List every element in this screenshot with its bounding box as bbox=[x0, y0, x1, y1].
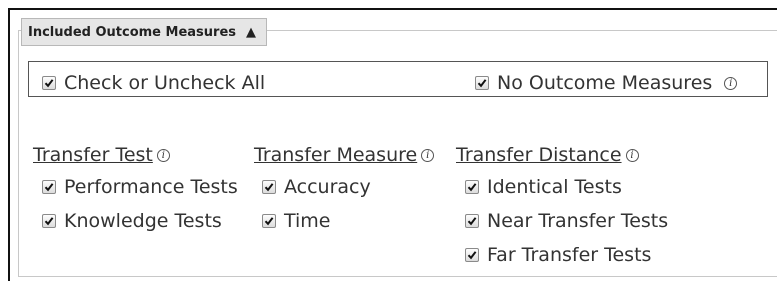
panel-title: Included Outcome Measures bbox=[28, 24, 236, 40]
info-icon[interactable]: i bbox=[724, 76, 738, 90]
check-all-label: Check or Uncheck All bbox=[64, 72, 266, 94]
time-checkbox[interactable] bbox=[262, 214, 276, 228]
knowledge-tests-label: Knowledge Tests bbox=[64, 210, 222, 232]
far-transfer-tests-label: Far Transfer Tests bbox=[487, 244, 652, 266]
near-transfer-tests-option[interactable]: Near Transfer Tests bbox=[465, 210, 668, 232]
triangle-up-icon: ▲ bbox=[246, 24, 256, 40]
no-outcome-label: No Outcome Measures bbox=[497, 72, 713, 94]
near-transfer-tests-checkbox[interactable] bbox=[465, 214, 479, 228]
far-transfer-tests-option[interactable]: Far Transfer Tests bbox=[465, 244, 651, 266]
transfer-test-heading: Transfer Test i bbox=[33, 144, 170, 166]
identical-tests-label: Identical Tests bbox=[487, 176, 622, 198]
transfer-measure-heading: Transfer Measure i bbox=[254, 144, 435, 166]
knowledge-tests-option[interactable]: Knowledge Tests bbox=[42, 210, 222, 232]
info-icon[interactable]: i bbox=[156, 148, 170, 162]
no-outcome-option[interactable]: No Outcome Measures i bbox=[475, 72, 738, 94]
accuracy-option[interactable]: Accuracy bbox=[262, 176, 371, 198]
identical-tests-checkbox[interactable] bbox=[465, 180, 479, 194]
accuracy-checkbox[interactable] bbox=[262, 180, 276, 194]
check-all-option[interactable]: Check or Uncheck All bbox=[42, 72, 265, 94]
far-transfer-tests-checkbox[interactable] bbox=[465, 248, 479, 262]
performance-tests-option[interactable]: Performance Tests bbox=[42, 176, 238, 198]
transfer-distance-heading: Transfer Distance i bbox=[456, 144, 639, 166]
performance-tests-label: Performance Tests bbox=[64, 176, 238, 198]
no-outcome-checkbox[interactable] bbox=[475, 76, 489, 90]
knowledge-tests-checkbox[interactable] bbox=[42, 214, 56, 228]
transfer-measure-title: Transfer Measure bbox=[254, 144, 418, 166]
accuracy-label: Accuracy bbox=[284, 176, 371, 198]
panel-header-toggle[interactable]: Included Outcome Measures ▲ bbox=[21, 18, 267, 46]
transfer-distance-title: Transfer Distance bbox=[456, 144, 622, 166]
near-transfer-tests-label: Near Transfer Tests bbox=[487, 210, 669, 232]
time-option[interactable]: Time bbox=[262, 210, 331, 232]
info-icon[interactable]: i bbox=[625, 148, 639, 162]
time-label: Time bbox=[284, 210, 331, 232]
info-icon[interactable]: i bbox=[421, 148, 435, 162]
performance-tests-checkbox[interactable] bbox=[42, 180, 56, 194]
check-all-checkbox[interactable] bbox=[42, 76, 56, 90]
identical-tests-option[interactable]: Identical Tests bbox=[465, 176, 622, 198]
transfer-test-title: Transfer Test bbox=[33, 144, 153, 166]
